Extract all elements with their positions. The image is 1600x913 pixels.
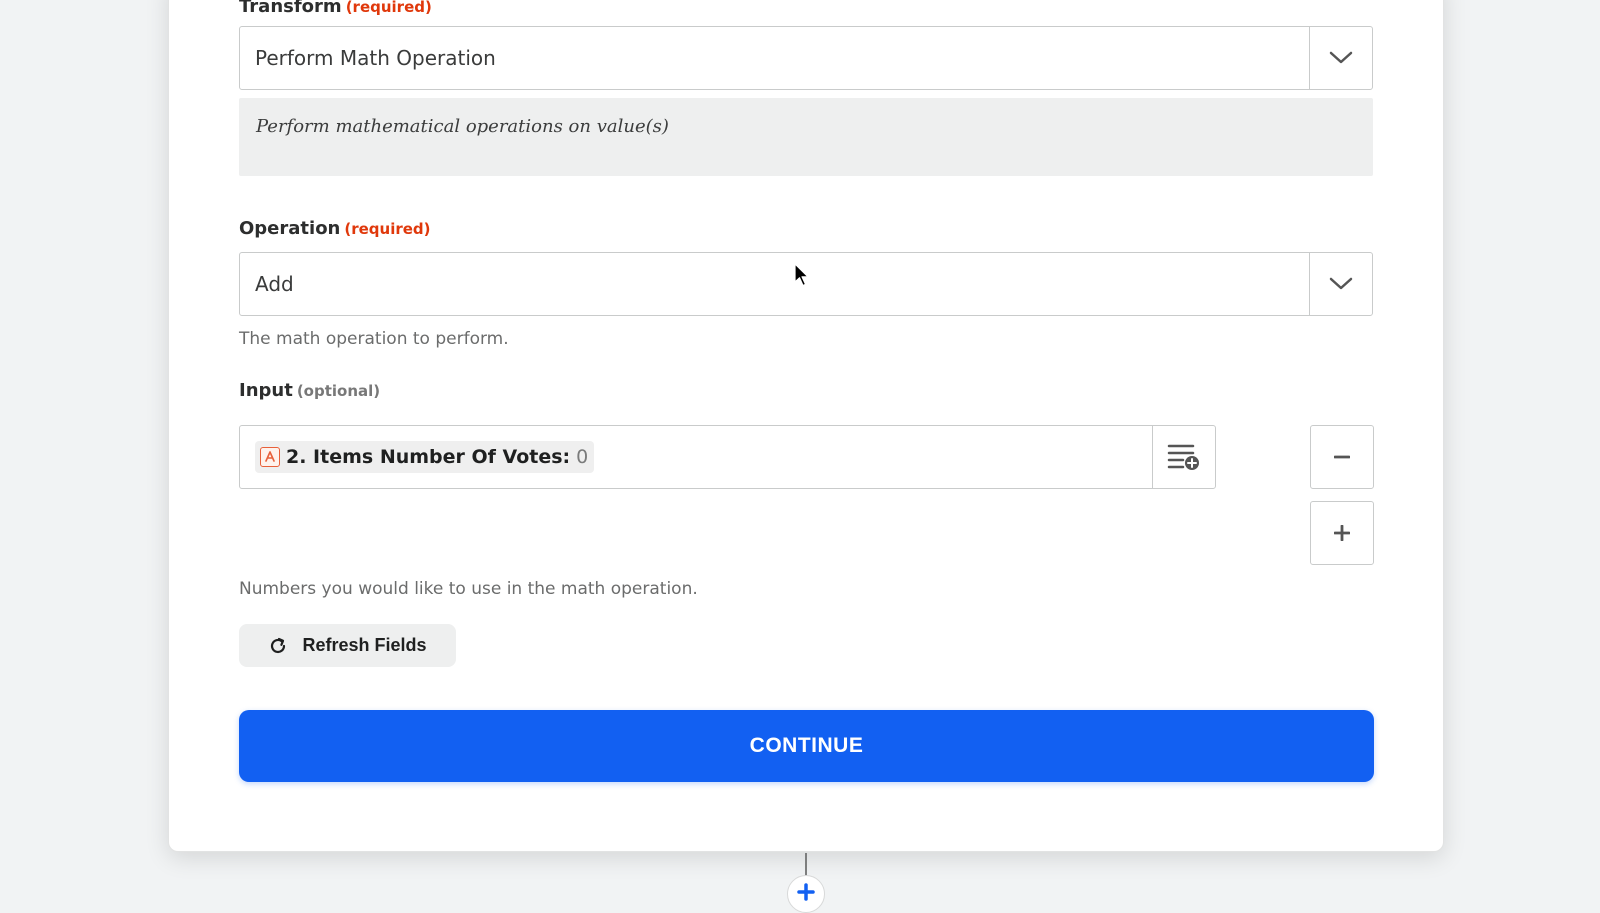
transform-label-text: Transform <box>239 0 342 17</box>
remove-input-button[interactable] <box>1310 425 1374 489</box>
insert-data-button[interactable] <box>1152 426 1215 488</box>
transform-select[interactable]: Perform Math Operation <box>239 26 1373 90</box>
mapped-field-pill[interactable]: 2. Items Number Of Votes: 0 <box>255 441 595 473</box>
operation-select-value: Add <box>255 272 294 296</box>
mapped-field-value: 0 <box>576 446 589 468</box>
required-tag: (required) <box>345 0 432 16</box>
plus-icon <box>797 883 815 901</box>
optional-tag: (optional) <box>296 382 381 400</box>
app-logo-icon <box>260 447 280 467</box>
input-label: Input (optional) <box>239 380 380 401</box>
transform-select-value: Perform Math Operation <box>255 46 496 70</box>
operation-help-text: The math operation to perform. <box>239 329 509 349</box>
operation-label: Operation (required) <box>239 218 431 239</box>
input-help-text: Numbers you would like to use in the mat… <box>239 579 698 599</box>
add-step-button[interactable] <box>787 875 825 913</box>
transform-description: Perform mathematical operations on value… <box>239 98 1373 176</box>
minus-icon <box>1334 455 1350 459</box>
insert-data-icon <box>1167 444 1199 470</box>
refresh-icon <box>271 637 286 653</box>
mouse-cursor-icon <box>794 263 809 287</box>
add-input-button[interactable] <box>1310 501 1374 565</box>
input-field[interactable]: 2. Items Number Of Votes: 0 <box>239 425 1216 489</box>
chevron-down-icon <box>1329 277 1353 290</box>
transform-label: Transform (required) <box>239 0 432 17</box>
transform-dropdown-toggle[interactable] <box>1309 27 1372 89</box>
mapped-field-label: 2. Items Number Of Votes: <box>286 446 571 468</box>
required-tag: (required) <box>344 220 431 238</box>
plus-icon <box>1334 525 1350 541</box>
continue-button[interactable]: CONTINUE <box>239 710 1374 782</box>
input-label-text: Input <box>239 380 293 401</box>
refresh-fields-label: Refresh Fields <box>302 635 427 655</box>
input-field-area[interactable]: 2. Items Number Of Votes: 0 <box>240 441 1152 473</box>
continue-label: CONTINUE <box>749 734 864 757</box>
refresh-fields-button[interactable]: Refresh Fields <box>239 624 456 667</box>
operation-dropdown-toggle[interactable] <box>1309 253 1372 315</box>
chevron-down-icon <box>1329 51 1353 64</box>
operation-label-text: Operation <box>239 218 341 239</box>
